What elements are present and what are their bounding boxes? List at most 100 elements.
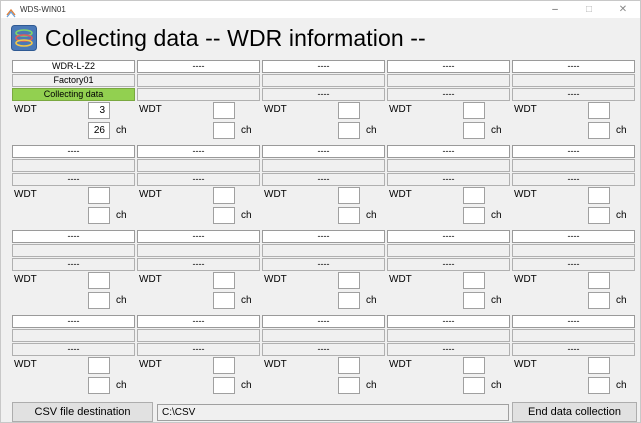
device-cell: WDR-L-Z2 Factory01 Collecting data WDT 3 26 ch: [12, 59, 135, 143]
device-cell: ---- ---- WDT ch: [387, 314, 510, 398]
wdt-label: WDT: [264, 359, 287, 370]
channel-unit-label: ch: [241, 295, 252, 306]
maximize-button[interactable]: □: [572, 1, 606, 18]
csv-path-field: C:\CSV: [157, 404, 509, 421]
device-status-field: ----: [512, 173, 635, 186]
wdt-value-field: [588, 187, 610, 204]
device-location-field: [262, 244, 385, 257]
device-location-field: [137, 159, 260, 172]
wdt-value-field: [88, 272, 110, 289]
channel-count-field: [588, 377, 610, 394]
device-name-field: ----: [137, 315, 260, 328]
collect-data-icon: [11, 25, 37, 51]
device-name-field: ----: [137, 230, 260, 243]
minimize-button[interactable]: –: [538, 1, 572, 18]
device-cell: ---- WDT ch: [137, 59, 260, 143]
device-cell: ---- ---- WDT ch: [512, 314, 635, 398]
device-cell: ---- ---- WDT ch: [387, 229, 510, 313]
device-location-field: [12, 244, 135, 257]
window-title: WDS-WIN01: [20, 5, 66, 14]
channel-unit-label: ch: [491, 210, 502, 221]
channel-count-field: [88, 377, 110, 394]
channel-unit-label: ch: [241, 210, 252, 221]
wdt-label: WDT: [389, 359, 412, 370]
device-location-field: [262, 74, 385, 87]
wdt-label: WDT: [264, 274, 287, 285]
device-cell: ---- ---- WDT ch: [262, 314, 385, 398]
wdt-label: WDT: [139, 189, 162, 200]
wdt-label: WDT: [264, 189, 287, 200]
device-cell: ---- ---- WDT ch: [512, 59, 635, 143]
device-cell: ---- ---- WDT ch: [12, 144, 135, 228]
csv-destination-button[interactable]: CSV file destination: [12, 402, 153, 422]
end-collection-button[interactable]: End data collection: [512, 402, 637, 422]
device-name-field: ----: [387, 145, 510, 158]
device-location-field: [387, 244, 510, 257]
channel-unit-label: ch: [366, 380, 377, 391]
channel-count-field: [588, 122, 610, 139]
channel-count-field: [338, 122, 360, 139]
wdt-value-field: [338, 102, 360, 119]
close-button[interactable]: ✕: [606, 1, 640, 18]
channel-count-field: [88, 207, 110, 224]
device-cell: ---- ---- WDT ch: [12, 229, 135, 313]
wdt-value-field: [338, 272, 360, 289]
wdt-value-field: [213, 187, 235, 204]
channel-count-field: [463, 122, 485, 139]
device-name-field: ----: [512, 315, 635, 328]
wdt-label: WDT: [139, 104, 162, 115]
wdt-label: WDT: [514, 274, 537, 285]
channel-unit-label: ch: [116, 295, 127, 306]
device-location-field: [12, 159, 135, 172]
device-location-field: [137, 329, 260, 342]
device-name-field: ----: [512, 230, 635, 243]
channel-count-field: [213, 377, 235, 394]
channel-unit-label: ch: [491, 125, 502, 136]
device-status-field: ----: [262, 343, 385, 356]
wdt-value-field: [338, 357, 360, 374]
channel-unit-label: ch: [241, 380, 252, 391]
device-cell: ---- ---- WDT ch: [512, 229, 635, 313]
wdt-value-field: [213, 357, 235, 374]
wdt-value-field: [338, 187, 360, 204]
channel-unit-label: ch: [491, 380, 502, 391]
channel-count-field: [463, 377, 485, 394]
device-status-field: ----: [512, 343, 635, 356]
device-cell: ---- ---- WDT ch: [387, 59, 510, 143]
channel-count-field: [463, 292, 485, 309]
device-name-field: ----: [262, 145, 385, 158]
device-location-field: [512, 159, 635, 172]
device-cell: ---- ---- WDT ch: [387, 144, 510, 228]
device-name-field: ----: [12, 145, 135, 158]
channel-unit-label: ch: [616, 380, 627, 391]
device-status-field: ----: [262, 88, 385, 101]
wdt-label: WDT: [389, 104, 412, 115]
wdt-value-field: 3: [88, 102, 110, 119]
device-name-field: ----: [137, 145, 260, 158]
channel-count-field: [213, 122, 235, 139]
channel-count-field: [463, 207, 485, 224]
device-cell: ---- ---- WDT ch: [137, 229, 260, 313]
device-location-field: [137, 244, 260, 257]
device-cell: ---- ---- WDT ch: [512, 144, 635, 228]
device-status-field: ----: [387, 88, 510, 101]
channel-count-field: [338, 292, 360, 309]
wdt-label: WDT: [389, 189, 412, 200]
wdt-value-field: [213, 272, 235, 289]
device-status-field: Collecting data: [12, 88, 135, 101]
device-location-field: [387, 329, 510, 342]
wdt-label: WDT: [514, 104, 537, 115]
wdt-value-field: [588, 102, 610, 119]
device-name-field: ----: [12, 230, 135, 243]
device-location-field: [387, 74, 510, 87]
wdt-label: WDT: [14, 274, 37, 285]
wdt-label: WDT: [514, 189, 537, 200]
channel-unit-label: ch: [366, 125, 377, 136]
device-status-field: ----: [387, 343, 510, 356]
channel-count-field: 26: [88, 122, 110, 139]
wdt-value-field: [463, 102, 485, 119]
wdt-value-field: [588, 357, 610, 374]
device-name-field: ----: [262, 60, 385, 73]
wdt-label: WDT: [139, 274, 162, 285]
wdt-value-field: [213, 102, 235, 119]
